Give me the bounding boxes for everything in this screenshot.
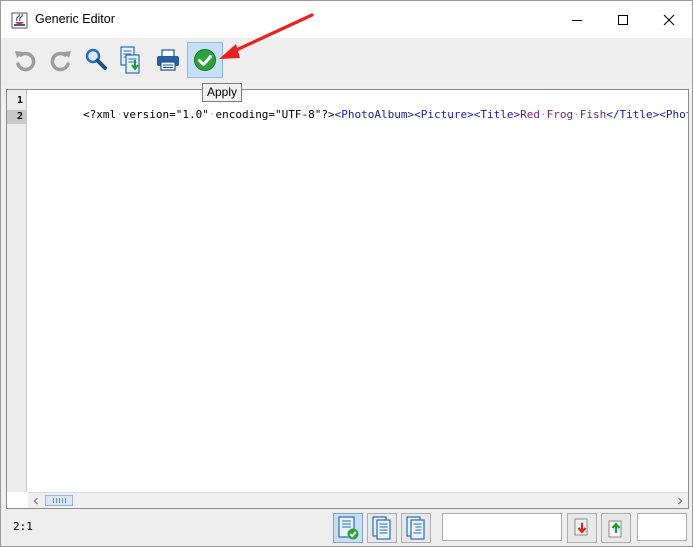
line-number-gutter: 1 2	[7, 90, 27, 492]
minimize-button[interactable]	[554, 1, 600, 38]
save-document-icon	[120, 46, 140, 74]
xml-tag-title-close: </Title>	[606, 108, 660, 121]
maximize-icon	[618, 14, 628, 25]
undo-icon	[15, 51, 36, 72]
title-bar[interactable]: Generic Editor	[1, 1, 692, 38]
scroll-right-button[interactable]	[672, 493, 688, 509]
xml-tag-title-open: <Title>	[473, 108, 521, 121]
find-next-button[interactable]	[601, 513, 631, 543]
code-text-area[interactable]: <?xml·version="1.0"·encoding="UTF-8"?><P…	[28, 90, 688, 492]
whitespace-marker: ·	[116, 108, 123, 121]
xml-tag-photoalbum: <PhotoAlbum>	[334, 108, 415, 121]
xml-encoding-attr: encoding="UTF-8"?>	[215, 108, 335, 121]
xml-editor: 1 2 <?xml·version="1.0"·encoding="UTF-8"…	[6, 89, 689, 509]
apply-tooltip: Apply	[202, 83, 243, 102]
close-icon	[663, 14, 675, 25]
cursor-position: 2:1	[13, 520, 33, 533]
view-tree-button[interactable]	[401, 513, 431, 543]
xml-declaration-start: <?xml	[82, 108, 117, 121]
find-previous-button[interactable]	[567, 513, 597, 543]
scroll-thumb[interactable]	[45, 495, 73, 506]
maximize-button[interactable]	[600, 1, 646, 38]
status-bar: 2:1	[1, 510, 692, 546]
find-button[interactable]	[80, 43, 112, 77]
toolbar	[1, 38, 692, 86]
minimize-icon	[572, 19, 582, 21]
redo-icon	[50, 51, 71, 72]
window-title: Generic Editor	[35, 12, 115, 26]
java-coffee-icon[interactable]	[11, 12, 28, 29]
green-check-icon	[194, 49, 216, 71]
redo-button[interactable]	[45, 43, 77, 77]
code-line-1: <?xml·version="1.0"·encoding="UTF-8"?><P…	[30, 94, 688, 136]
printer-icon	[157, 49, 179, 71]
search-input[interactable]	[442, 513, 562, 541]
magnifier-icon	[85, 48, 107, 70]
xml-text-content: Fish	[579, 108, 607, 121]
arrow-left-icon	[33, 497, 38, 505]
view-document-button[interactable]	[367, 513, 397, 543]
xml-text-content: Frog	[546, 108, 574, 121]
line-number: 1	[16, 95, 23, 106]
arrow-right-icon	[678, 497, 683, 505]
horizontal-scrollbar[interactable]	[28, 492, 688, 508]
goto-line-input[interactable]	[637, 513, 687, 541]
view-validated-button[interactable]	[333, 513, 363, 543]
whitespace-marker: ·	[573, 108, 580, 121]
undo-button[interactable]	[9, 43, 41, 77]
xml-tag-photographer: <Photog	[659, 108, 688, 121]
xml-version-attr: version="1.0"	[122, 108, 209, 121]
apply-button[interactable]	[187, 42, 223, 78]
print-button[interactable]	[152, 43, 184, 77]
line-number-current: 2	[7, 110, 26, 124]
xml-tag-picture: <Picture>	[414, 108, 474, 121]
document-check-icon	[338, 516, 359, 540]
close-button[interactable]	[646, 1, 692, 38]
find-previous-icon	[574, 518, 588, 536]
whitespace-marker: ·	[540, 108, 547, 121]
document-tree-icon	[406, 516, 425, 540]
editor-window: Generic Editor Apply 1 2 <?xml·version="…	[0, 0, 693, 547]
scroll-left-button[interactable]	[28, 493, 44, 509]
find-next-icon	[608, 520, 622, 538]
save-button[interactable]	[115, 43, 147, 77]
xml-text-content: Red	[520, 108, 540, 121]
document-icon	[372, 516, 391, 540]
